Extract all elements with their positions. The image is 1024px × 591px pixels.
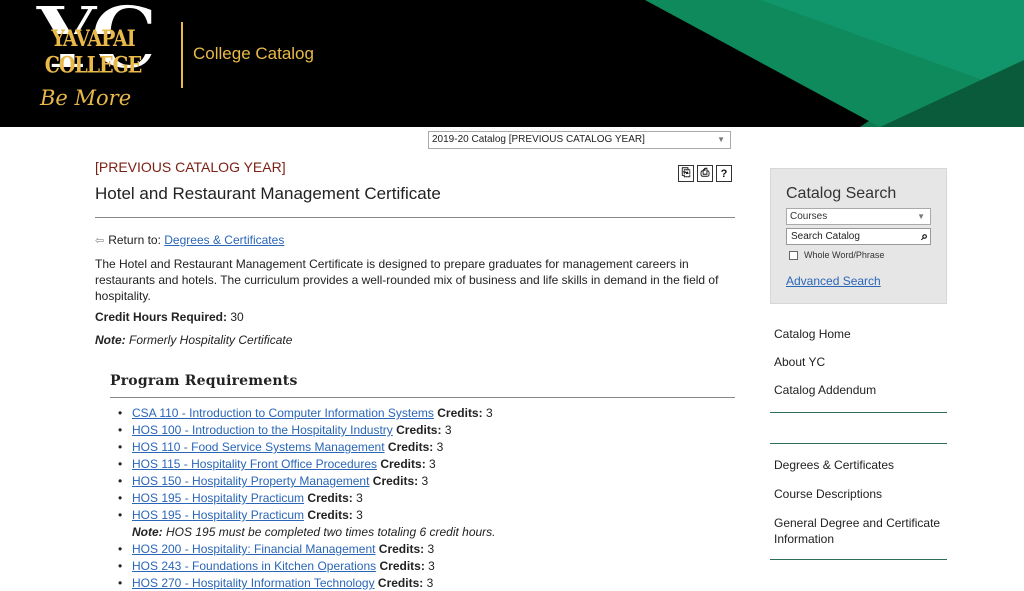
list-item: • CSA 110 - Introduction to Computer Info… [118,406,493,420]
course-link[interactable]: HOS 115 - Hospitality Front Office Proce… [132,457,377,471]
course-link[interactable]: HOS 243 - Foundations in Kitchen Operati… [132,559,376,573]
whole-word-checkbox[interactable] [789,250,798,260]
credits-value: 3 [436,440,444,454]
course-link[interactable]: HOS 200 - Hospitality: Financial Managem… [132,542,375,556]
logo-tagline: Be More [40,86,132,110]
credits-label: Credits: [379,559,425,573]
credits-label: Credits: [372,474,419,488]
credits-value: 3 [444,423,452,437]
list-item: • HOS 200 - Hospitality: Financial Manage… [118,542,435,556]
program-note: Note: Formerly Hospitality Certificate [95,333,292,347]
credit-hours-label: Credit Hours Required: [95,310,228,324]
page-tools: ⎘ ⎙ ? [678,165,732,182]
share-icon[interactable]: ⎘ [678,165,694,182]
return-nav: ⇦ Return to: Degrees & Certificates [95,233,284,247]
credits-label: Credits: [380,457,426,471]
requirements-divider [110,397,735,398]
search-type-value: Courses [790,211,828,222]
course-link[interactable]: HOS 195 - Hospitality Practicum [132,508,304,522]
credits-label: Credits: [437,406,483,420]
credits-value: 3 [427,542,435,556]
previous-catalog-label: [PREVIOUS CATALOG YEAR] [95,159,286,175]
header-title[interactable]: College Catalog [193,44,314,64]
sidebar-item-catalog-home[interactable]: Catalog Home [774,327,851,341]
catalog-year-select[interactable]: 2019-20 Catalog [PREVIOUS CATALOG YEAR] … [428,131,731,149]
back-arrow-icon: ⇦ [95,235,105,247]
credits-value: 3 [426,576,434,590]
search-input[interactable]: Search Catalog ⌕ [786,228,931,245]
catalog-search-panel: Catalog Search Courses ▼ Search Catalog … [770,168,947,304]
sidebar-item-degrees-certificates[interactable]: Degrees & Certificates [774,458,894,472]
whole-word-label: Whole Word/Phrase [804,250,885,260]
credits-label: Credits: [396,423,442,437]
logo-name: YAVAPAI COLLEGE [44,25,143,79]
course-link[interactable]: HOS 270 - Hospitality Information Techno… [132,576,375,590]
credits-label: Credits: [377,576,424,590]
list-item: • HOS 110 - Food Service Systems Manageme… [118,440,444,454]
search-icon[interactable]: ⌕ [921,229,928,244]
note-label: Note: [95,333,126,347]
credits-value: 3 [356,491,363,505]
program-description: The Hotel and Restaurant Management Cert… [95,257,719,303]
credits-value: 3 [485,406,493,420]
list-item: • HOS 150 - Hospitality Property Manageme… [118,474,429,488]
catalog-year-value: 2019-20 Catalog [PREVIOUS CATALOG YEAR] [432,134,645,145]
credits-label: Credits: [387,440,434,454]
advanced-search-link[interactable]: Advanced Search [786,274,881,288]
return-link[interactable]: Degrees & Certificates [164,233,284,247]
sidebar-divider [770,559,947,560]
page-title: Hotel and Restaurant Management Certific… [95,184,441,203]
credit-hours: Credit Hours Required: 30 [95,310,244,324]
sidebar-item-general-degree-info[interactable]: General Degree and Certificate Informati… [774,515,949,547]
sidebar-item-course-descriptions[interactable]: Course Descriptions [774,487,882,501]
credit-hours-value: 30 [230,310,244,324]
credits-value: 3 [428,559,435,573]
requirements-list: • CSA 110 - Introduction to Computer Info… [118,405,496,591]
yavapai-college-logo[interactable]: YC YAVAPAI COLLEGE Be More [8,0,178,115]
course-link[interactable]: HOS 150 - Hospitality Property Managemen… [132,474,369,488]
chevron-down-icon: ▼ [717,135,725,144]
sidebar-item-about-yc[interactable]: About YC [774,355,825,369]
help-icon[interactable]: ? [716,165,732,182]
search-type-select[interactable]: Courses ▼ [786,208,931,225]
list-item: • HOS 270 - Hospitality Information Techn… [118,576,434,590]
print-icon[interactable]: ⎙ [697,165,713,182]
list-item: • HOS 115 - Hospitality Front Office Proc… [118,457,436,471]
title-divider [95,217,735,218]
credits-label: Credits: [307,508,353,522]
search-title: Catalog Search [786,185,897,202]
list-item: • HOS 243 - Foundations in Kitchen Operat… [118,559,435,573]
list-item: • HOS 195 - Hospitality Practicum Credits… [118,491,363,505]
return-label: Return to: [108,233,161,247]
header-divider [181,22,183,88]
search-placeholder: Search Catalog [791,231,860,242]
credits-value: 3 [429,457,436,471]
course-link[interactable]: HOS 110 - Food Service Systems Managemen… [132,440,385,454]
requirements-title: Program Requirements [110,373,298,389]
sidebar-divider [770,412,947,413]
requirement-note-text: HOS 195 must be completed two times tota… [166,525,496,539]
chevron-down-icon: ▼ [917,212,925,221]
list-item: • HOS 195 - Hospitality Practicum Credits… [118,508,363,522]
note-text: Formerly Hospitality Certificate [129,333,293,347]
site-header: YC YAVAPAI COLLEGE Be More College Catal… [0,0,1024,127]
sidebar-divider [770,443,947,444]
credits-value: 3 [421,474,429,488]
requirement-note-label: Note: [132,525,163,539]
credits-label: Credits: [307,491,353,505]
list-item: • HOS 100 - Introduction to the Hospitali… [118,423,452,437]
course-link[interactable]: HOS 100 - Introduction to the Hospitalit… [132,423,393,437]
course-link[interactable]: HOS 195 - Hospitality Practicum [132,491,304,505]
requirement-note: Note: HOS 195 must be completed two time… [118,524,496,541]
credits-value: 3 [356,508,363,522]
course-link[interactable]: CSA 110 - Introduction to Computer Infor… [132,406,434,420]
whole-word-option[interactable]: Whole Word/Phrase [789,250,884,260]
credits-label: Credits: [378,542,425,556]
sidebar-item-catalog-addendum[interactable]: Catalog Addendum [774,383,876,397]
